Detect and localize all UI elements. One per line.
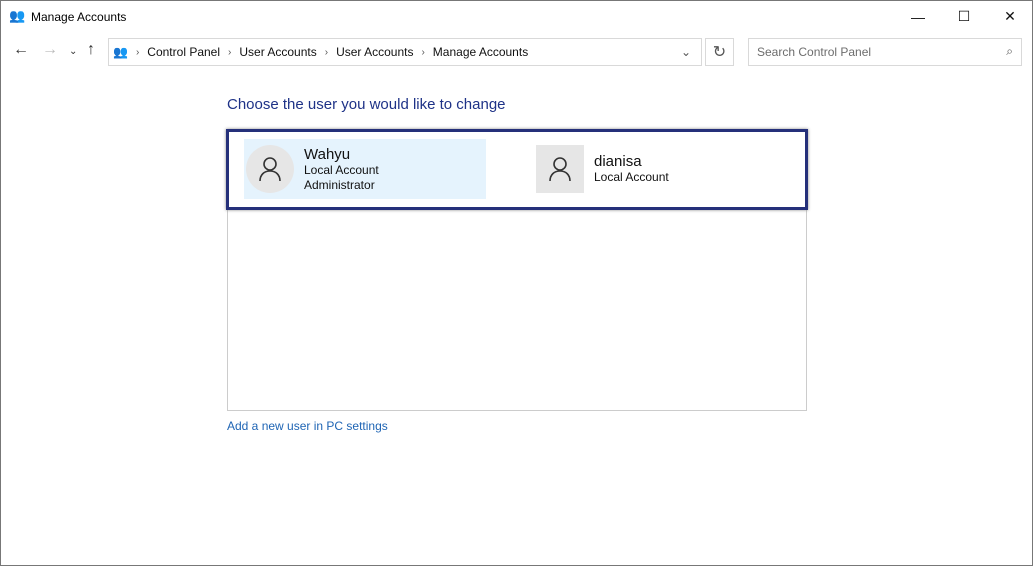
breadcrumb-user-accounts-2[interactable]: User Accounts — [336, 45, 413, 59]
chevron-right-icon: › — [228, 46, 232, 58]
close-button[interactable]: ✕ — [987, 1, 1033, 32]
users-app-icon: 👥 — [9, 8, 26, 23]
chevron-right-icon: › — [324, 46, 329, 58]
breadcrumb-control-panel[interactable]: Control Panel — [147, 45, 220, 59]
address-bar[interactable]: 👥 › Control Panel › User Accounts › User… — [108, 38, 702, 66]
breadcrumb-user-accounts[interactable]: User Accounts — [239, 45, 316, 59]
search-input[interactable]: Search Control Panel ⌕ — [748, 38, 1022, 66]
search-icon[interactable]: ⌕ — [1006, 44, 1013, 59]
chevron-right-icon: › — [421, 46, 425, 58]
refresh-button[interactable]: ↻ — [705, 38, 734, 66]
up-button[interactable]: ↑ — [87, 41, 95, 59]
users-icon: 👥 — [113, 45, 128, 59]
minimize-button[interactable]: — — [895, 1, 941, 32]
chevron-down-icon[interactable]: ⌄ — [681, 45, 691, 59]
forward-button[interactable]: → — [42, 41, 58, 59]
highlight-box — [226, 129, 808, 210]
page-heading: Choose the user you would like to change — [227, 96, 506, 113]
search-placeholder: Search Control Panel — [757, 45, 872, 59]
back-button[interactable]: ← — [13, 41, 29, 59]
maximize-button[interactable]: ☐ — [941, 1, 987, 32]
window-title: Manage Accounts — [31, 10, 127, 24]
chevron-right-icon: › — [135, 46, 140, 58]
breadcrumb-manage-accounts[interactable]: Manage Accounts — [433, 45, 528, 59]
recent-locations-button[interactable]: ⌄ — [69, 46, 77, 57]
add-user-link[interactable]: Add a new user in PC settings — [227, 419, 388, 433]
